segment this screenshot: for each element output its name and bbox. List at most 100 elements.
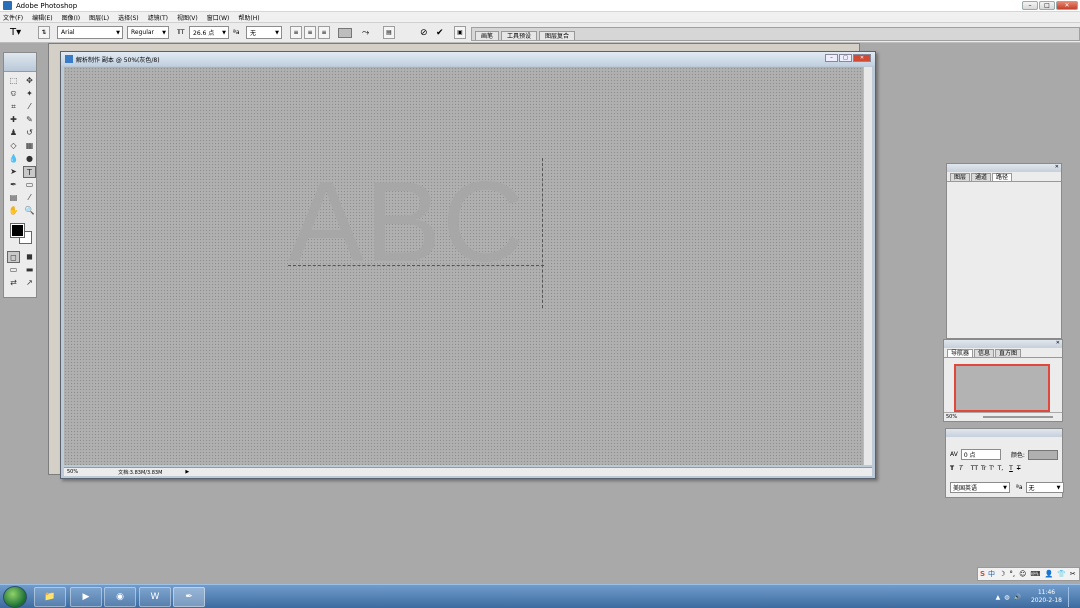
close-button[interactable]: ✕ (1056, 1, 1078, 10)
taskbar-folder-icon[interactable]: 📁 (34, 587, 66, 607)
shape-tool-icon[interactable]: ▭ (23, 179, 36, 191)
ime-chinese-icon[interactable]: 中 (988, 569, 995, 579)
sogou-icon[interactable]: S (980, 570, 985, 578)
cancel-edit-icon[interactable]: ⊘ (420, 26, 432, 39)
lasso-tool-icon[interactable]: ଡ (7, 88, 20, 100)
align-left-icon[interactable]: ≡ (290, 26, 302, 39)
minimize-button[interactable]: – (1022, 1, 1038, 10)
canvas-text-abc[interactable]: ABC (288, 166, 525, 280)
file-browser-icon[interactable]: ▣ (454, 26, 466, 39)
character-antialias-select[interactable]: 无 ▼ (1025, 482, 1064, 493)
menu-select[interactable]: 选择(S) (118, 13, 139, 22)
navigator-view-box[interactable] (954, 364, 1050, 412)
faux-bold-button[interactable]: T (950, 465, 954, 472)
document-titlebar[interactable]: 解析制作 副本 @ 50%(灰色/8) – □ ✕ (61, 52, 875, 66)
clone-stamp-icon[interactable]: ♟ (7, 127, 20, 139)
quick-mask-icon[interactable]: ◼ (23, 251, 36, 263)
ime-tool-icon[interactable]: ✂ (1070, 570, 1076, 578)
ime-keyboard-icon[interactable]: ⌨ (1030, 570, 1040, 578)
vertical-scrollbar[interactable] (863, 67, 872, 465)
superscript-button[interactable]: T' (989, 465, 994, 472)
notes-tool-icon[interactable]: ▤ (7, 192, 20, 204)
jump-icon[interactable]: ↗ (23, 277, 36, 289)
document-canvas[interactable]: ABC (64, 67, 863, 465)
panel-header[interactable] (946, 429, 1062, 437)
menu-window[interactable]: 窗口(W) (207, 13, 230, 22)
zoom-tool-icon[interactable]: 🔍 (23, 205, 36, 217)
all-caps-button[interactable]: TT (971, 465, 978, 472)
type-tool-icon[interactable]: T (23, 166, 36, 178)
tab-info[interactable]: 信息 (974, 349, 995, 357)
menu-filter[interactable]: 滤镜(T) (148, 13, 168, 22)
antialias-select[interactable]: 无 ▼ (246, 26, 282, 39)
taskbar-browser-icon[interactable]: ◉ (104, 587, 136, 607)
ime-punct-icon[interactable]: °, (1009, 570, 1015, 578)
doc-minimize-button[interactable]: – (825, 54, 838, 62)
faux-italic-button[interactable]: T (959, 465, 963, 472)
type-tool-preset-icon[interactable]: T▾ (10, 26, 32, 39)
dodge-tool-icon[interactable]: ● (23, 153, 36, 165)
maximize-button[interactable]: □ (1039, 1, 1055, 10)
taskbar-photoshop-icon[interactable]: ✒ (173, 587, 205, 607)
blur-tool-icon[interactable]: 💧 (7, 153, 20, 165)
tray-volume-icon[interactable]: 🔊 (1013, 594, 1020, 601)
align-center-icon[interactable]: ≡ (304, 26, 316, 39)
align-right-icon[interactable]: ≡ (318, 26, 330, 39)
imageready-jump-icon[interactable]: ⇄ (7, 277, 20, 289)
path-select-icon[interactable]: ➤ (7, 166, 20, 178)
menu-help[interactable]: 帮助(H) (238, 13, 259, 22)
tray-network-icon[interactable]: ◍ (1004, 594, 1009, 601)
language-select[interactable]: 美国英语 ▼ (950, 482, 1010, 493)
close-icon[interactable]: ✕ (1055, 164, 1059, 170)
tracking-input[interactable]: 0 点 (960, 449, 1001, 460)
tab-histogram[interactable]: 直方图 (995, 349, 1022, 357)
character-color-swatch[interactable] (1027, 449, 1058, 460)
toolbox-header[interactable] (4, 53, 36, 72)
doc-maximize-button[interactable]: □ (839, 54, 852, 62)
taskbar-word-icon[interactable]: W (139, 587, 171, 607)
menu-file[interactable]: 文件(F) (3, 13, 23, 22)
gradient-tool-icon[interactable]: ▦ (23, 140, 36, 152)
show-desktop-button[interactable] (1068, 587, 1076, 607)
zoom-level[interactable]: 50% (67, 469, 78, 475)
font-size-select[interactable]: 26.6 点 ▼ (189, 26, 229, 39)
tab-layer-comps[interactable]: 图层复合 (539, 31, 576, 40)
close-icon[interactable]: ✕ (1056, 340, 1060, 346)
menu-image[interactable]: 图像(I) (62, 13, 80, 22)
ime-emoji-icon[interactable]: ☺ (1019, 570, 1026, 578)
palettes-icon[interactable]: ▤ (383, 26, 395, 39)
tab-layers[interactable]: 图层 (950, 173, 971, 181)
tab-channels[interactable]: 通道 (971, 173, 992, 181)
warp-text-icon[interactable]: ⤳ (362, 26, 374, 39)
eraser-tool-icon[interactable]: ◇ (7, 140, 20, 152)
tab-brushes[interactable]: 画笔 (475, 31, 500, 40)
subscript-button[interactable]: T, (998, 465, 1004, 472)
foreground-color-swatch[interactable] (11, 224, 24, 237)
text-color-swatch[interactable] (338, 28, 352, 38)
crop-tool-icon[interactable]: ⌗ (7, 101, 20, 113)
menu-view[interactable]: 视图(V) (177, 13, 198, 22)
strikethrough-button[interactable]: T (1017, 465, 1021, 472)
pen-tool-icon[interactable]: ✒ (7, 179, 20, 191)
screen-mode-icon[interactable]: ▭ (7, 264, 20, 276)
clock[interactable]: 11:46 2020-2-18 (1031, 589, 1062, 605)
slice-tool-icon[interactable]: ⁄ (23, 101, 36, 113)
doc-close-button[interactable]: ✕ (853, 54, 871, 62)
fullscreen-mode-icon[interactable]: ▬ (23, 264, 36, 276)
font-style-select[interactable]: Regular ▼ (127, 26, 169, 39)
ime-user-icon[interactable]: 👤 (1044, 570, 1053, 578)
marquee-tool-icon[interactable]: ⬚ (7, 75, 20, 87)
history-brush-icon[interactable]: ↺ (23, 127, 36, 139)
text-orientation-icon[interactable]: ⇅ (38, 26, 50, 39)
font-family-select[interactable]: Arial ▼ (57, 26, 123, 39)
start-button[interactable] (3, 586, 27, 608)
panel-header[interactable]: ✕ (944, 340, 1062, 348)
brush-tool-icon[interactable]: ✎ (23, 114, 36, 126)
navigator-zoom[interactable]: 50% (946, 414, 957, 420)
taskbar-media-icon[interactable]: ▶ (70, 587, 102, 607)
tab-paths[interactable]: 路径 (992, 173, 1013, 181)
underline-button[interactable]: T (1009, 465, 1013, 472)
tray-expand-icon[interactable]: ▲ (996, 594, 1001, 601)
magic-wand-tool-icon[interactable]: ✦ (23, 88, 36, 100)
status-arrow-icon[interactable]: ▶ (185, 469, 189, 475)
